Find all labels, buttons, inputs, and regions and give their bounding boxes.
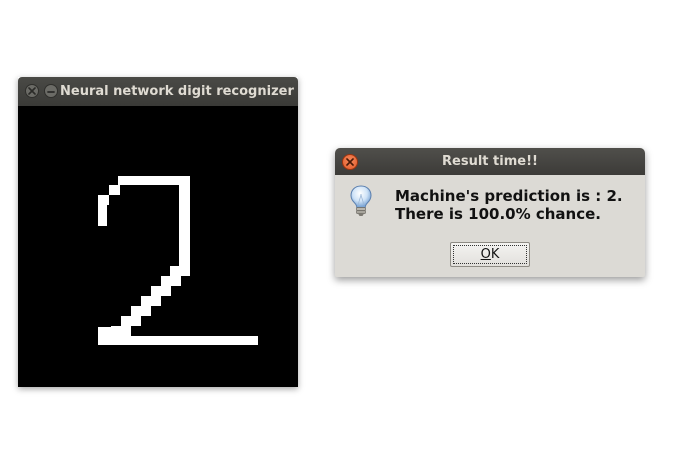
minimize-icon[interactable] [44,84,58,98]
ok-mnemonic: O [480,247,491,262]
ok-label-rest: K [490,247,500,262]
prediction-message: Machine's prediction is : 2. [395,187,623,205]
drawn-digit-2 [98,176,258,345]
drawing-canvas[interactable] [18,106,298,387]
dialog-titlebar[interactable]: Result time!! [335,148,645,175]
confidence-message: There is 100.0% chance. [395,205,602,223]
lightbulb-info-icon [348,184,374,218]
ok-button[interactable]: OK [450,242,530,267]
close-icon[interactable] [25,84,39,98]
canvas-window-title: Neural network digit recognizer [60,84,294,99]
desktop: Neural network digit recognizer Result t… [0,0,676,474]
dialog-title: Result time!! [442,154,538,169]
canvas-window-titlebar[interactable]: Neural network digit recognizer [18,77,298,106]
canvas-window: Neural network digit recognizer [18,77,298,387]
result-dialog: Result time!! Machine's prediction is : … [335,148,645,277]
